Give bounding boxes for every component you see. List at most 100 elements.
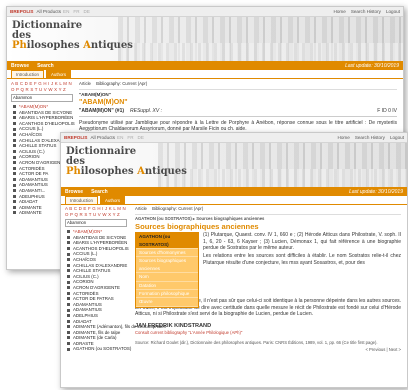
bullet-icon xyxy=(67,330,70,334)
author-list: *ABAM(M)ON* ABANTIDAS DE SICYONE ABARIS L'… xyxy=(65,229,166,352)
site-banner: Dictionnaire des Philosophes Antiques xyxy=(61,143,407,187)
bullet-icon xyxy=(67,263,70,267)
bullet-icon xyxy=(13,133,16,137)
bullet-icon xyxy=(13,121,16,125)
tab-authors[interactable]: Authors xyxy=(45,70,72,78)
bullet-icon xyxy=(13,116,16,120)
lang-fr[interactable]: FR xyxy=(73,9,79,14)
menu-item-formation[interactable]: Formation philosophique xyxy=(136,290,198,299)
title-word-1: ilosophes xyxy=(26,40,84,51)
menu-row: AGATHON (ou SOSTRATOS) Sources d'homonym… xyxy=(135,231,401,308)
bullet-icon xyxy=(67,280,70,284)
nav-search[interactable]: Search xyxy=(91,189,108,195)
breadcrumb: AGATHON (ou SOSTRATOS) ▸ Sources biograp… xyxy=(135,215,265,221)
lang-de[interactable]: DE xyxy=(138,135,144,140)
bullet-icon xyxy=(67,286,70,290)
bullet-icon xyxy=(67,297,70,301)
bullet-icon xyxy=(13,149,16,153)
pager[interactable]: < Previous | Next > xyxy=(135,347,401,354)
menu-item-nom[interactable]: Nom xyxy=(136,273,198,282)
logout-link[interactable]: Logout xyxy=(390,135,404,140)
entry-head: "ABAM(M)ON" xyxy=(79,91,111,97)
bullet-icon xyxy=(67,235,70,239)
search-history-link[interactable]: Search History xyxy=(351,9,381,14)
top-bar: BREPOLIS All Products EN FR DE Home Sear… xyxy=(7,7,403,17)
author-signature: JAN FREDRIK KINDSTRAND xyxy=(135,322,212,329)
tab-authors[interactable]: Authors xyxy=(99,196,126,204)
all-products-link[interactable]: All Products xyxy=(90,135,115,140)
bullet-icon xyxy=(13,127,16,131)
all-products-link[interactable]: All Products xyxy=(36,9,61,14)
menu-item-oeuvre[interactable]: Œuvre xyxy=(136,298,198,307)
section-heading: Sources biographiques anciennes xyxy=(135,222,259,232)
nav-search[interactable]: Search xyxy=(37,63,54,69)
main-nav: Browse Search Last update: 30/10/2019 xyxy=(61,187,407,196)
alphabet-index[interactable]: A B C D E F G H I J K L M N O P Q R S T … xyxy=(65,206,127,218)
consult-bibliography-link[interactable]: Consult current bibliography "L'Année Ph… xyxy=(135,330,401,337)
bullet-icon xyxy=(67,274,70,278)
bullet-icon xyxy=(67,230,70,234)
brepolis-logo[interactable]: BREPOLIS xyxy=(64,135,87,140)
tab-article[interactable]: Article xyxy=(135,206,147,211)
bullet-icon xyxy=(13,110,16,114)
logout-link[interactable]: Logout xyxy=(386,9,400,14)
bullet-icon xyxy=(67,308,70,312)
bullet-icon xyxy=(67,336,70,340)
tab-article[interactable]: Article xyxy=(79,81,91,86)
paragraph-sources: (1) Plutarque, Quaest. conv. IV 1, 660 e… xyxy=(203,232,401,252)
author-list-item[interactable]: AGATHON (ou SOSTRATOS) xyxy=(65,346,131,352)
nav-browse[interactable]: Browse xyxy=(11,63,29,69)
lang-en[interactable]: EN xyxy=(63,9,69,14)
author-sidebar: A B C D E F G H I J K L M N O P Q R S T … xyxy=(65,206,166,352)
entry-title: "ABAM(M)ON" xyxy=(79,99,128,107)
title-initial-ph: Ph xyxy=(12,40,27,51)
home-link[interactable]: Home xyxy=(338,135,350,140)
bullet-icon xyxy=(67,347,70,351)
alphabet-index[interactable]: A B C D E F G H I J K L M N O P Q R S T … xyxy=(11,81,73,93)
bullet-icon xyxy=(67,342,70,346)
home-link[interactable]: Home xyxy=(334,9,346,14)
frieze-image-lower xyxy=(117,43,403,61)
search-history-link[interactable]: Search History xyxy=(355,135,385,140)
tab-bibliography[interactable]: Bibliography: Current (Apr) xyxy=(152,206,203,211)
bullet-icon xyxy=(13,183,16,187)
lang-de[interactable]: DE xyxy=(84,9,90,14)
title-initial-a: A xyxy=(137,166,145,177)
text-right-of-menu: (1) Plutarque, Quaest. conv. IV 1, 660 e… xyxy=(203,231,401,266)
search-input[interactable]: Abammon xyxy=(65,219,127,227)
bullet-icon xyxy=(13,161,16,165)
bullet-icon xyxy=(13,177,16,181)
sub-tabs: Introduction Authors xyxy=(61,196,407,205)
source-citation: Source: Richard Goulet (dir.), Dictionna… xyxy=(135,340,378,346)
site-title[interactable]: Dictionnaire des Philosophes Antiques xyxy=(12,21,133,51)
menu-item-homonymes[interactable]: Sources d'homonymes xyxy=(136,249,198,258)
menu-item-sources[interactable]: Sources biographiques anciennes xyxy=(136,257,198,274)
tab-introduction[interactable]: Introduction xyxy=(11,70,44,78)
front-window: BREPOLIS All Products EN FR DE Home Sear… xyxy=(60,132,408,388)
title-initial-ph: Ph xyxy=(66,166,81,177)
tab-introduction[interactable]: Introduction xyxy=(65,196,98,204)
last-update: Last update: 30/10/2019 xyxy=(345,62,399,69)
ref-right: F ID 0 IV xyxy=(377,108,397,115)
search-input[interactable]: Abammon xyxy=(11,94,73,102)
tab-bibliography[interactable]: Bibliography: Current (Apr) xyxy=(96,81,147,86)
site-title[interactable]: Dictionnaire des Philosophes Antiques xyxy=(66,147,187,177)
lang-en[interactable]: EN xyxy=(117,135,123,140)
menu-item-datation[interactable]: Datation xyxy=(136,282,198,291)
bullet-icon xyxy=(13,189,16,193)
menu-item-header[interactable]: AGATHON (ou SOSTRATOS) xyxy=(136,233,198,249)
bullet-icon xyxy=(13,144,16,148)
bullet-icon xyxy=(13,105,16,109)
brepolis-logo[interactable]: BREPOLIS xyxy=(10,9,33,14)
content-tabs: Article Bibliography: Current (Apr) xyxy=(79,81,397,90)
nav-browse[interactable]: Browse xyxy=(65,189,83,195)
bullet-icon xyxy=(67,314,70,318)
section-menu: AGATHON (ou SOSTRATOS) Sources d'homonym… xyxy=(135,232,199,308)
bullet-icon xyxy=(13,155,16,159)
top-bar: BREPOLIS All Products EN FR DE Home Sear… xyxy=(61,133,407,143)
lang-fr[interactable]: FR xyxy=(127,135,133,140)
bullet-icon xyxy=(13,166,16,170)
title-word-2: ntiques xyxy=(90,40,133,51)
bullet-icon xyxy=(13,205,16,209)
bullet-icon xyxy=(67,319,70,323)
